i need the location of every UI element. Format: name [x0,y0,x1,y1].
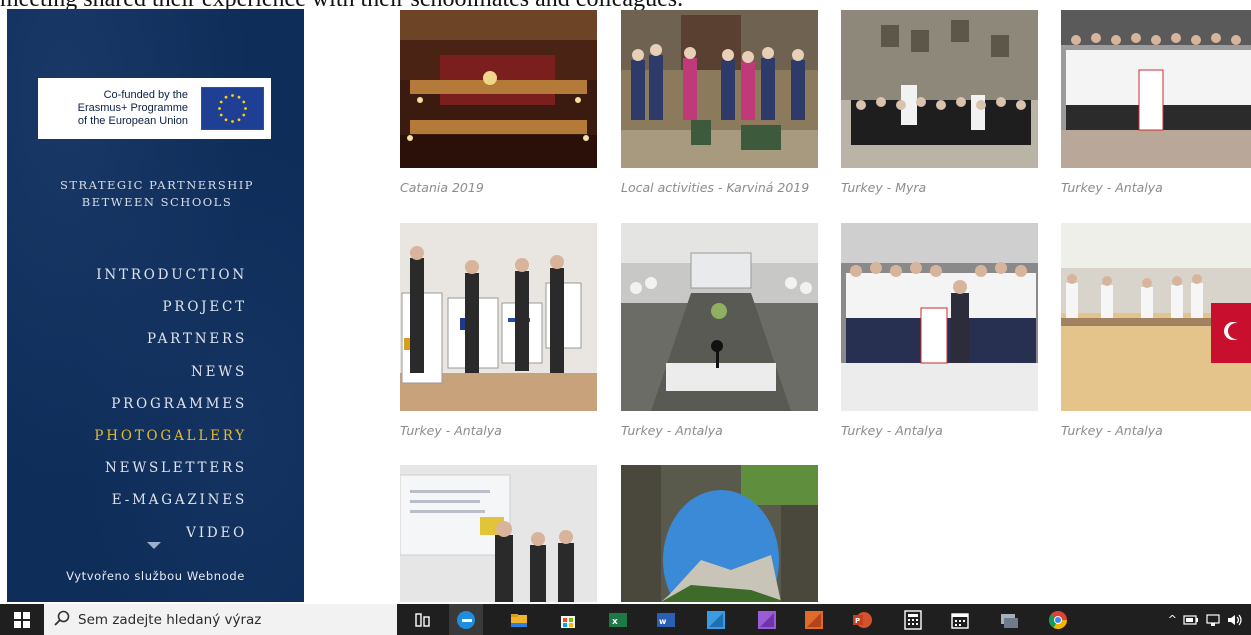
search-icon [54,610,70,630]
gallery-thumb-karvina[interactable] [621,10,818,168]
group-photo-icon [1061,10,1251,168]
search-placeholder: Sem zadejte hledaný výraz [78,611,262,628]
gallery-thumb-catania[interactable] [400,10,597,168]
app-purple-icon[interactable] [755,608,778,631]
logo-line-3: of the European Union [77,115,188,127]
file-explorer-icon[interactable] [507,608,530,631]
sidebar: Co-funded by the Erasmus+ Programme of t… [7,9,304,602]
nav-item-photogallery[interactable]: PHOTOGALLERY [94,420,247,452]
windows-logo-icon [14,611,30,628]
logo-line-1: Co-funded by the [103,89,188,101]
calendar-icon[interactable] [948,608,971,631]
calculator-icon[interactable] [901,608,924,631]
group-photo-icon [841,223,1038,411]
gallery-thumb-arch[interactable] [621,465,818,602]
system-tray: ^ [1168,604,1243,635]
gallery-caption: Turkey - Antalya [1061,423,1163,438]
main-nav: INTRODUCTION PROJECT PARTNERS NEWS PROGR… [94,259,247,549]
app-grey-icon[interactable] [997,608,1020,631]
theatre-photo-icon [400,10,597,168]
arch-mountain-photo-icon [621,465,818,602]
gallery-thumb-antalya-2[interactable] [400,223,597,411]
erasmus-logo-text: Co-funded by the Erasmus+ Programme of t… [38,89,188,128]
powerpoint-icon[interactable]: P [851,608,874,631]
nav-item-programmes[interactable]: PROGRAMMES [94,388,247,420]
conference-photo-icon [621,223,818,411]
gallery-thumb-myra[interactable] [841,10,1038,168]
sidebar-tagline: STRATEGIC PARTNERSHIP BETWEEN SCHOOLS [27,177,287,211]
gallery-caption: Turkey - Myra [841,180,927,195]
app-orange-icon[interactable] [802,608,825,631]
tray-expand-icon[interactable]: ^ [1168,613,1177,626]
gallery-caption: Turkey - Antalya [400,423,502,438]
nav-item-news[interactable]: NEWS [94,356,247,388]
svg-text:x: x [612,617,618,627]
gallery-thumb-antalya-5[interactable] [1061,223,1251,411]
ruins-group-photo-icon [841,10,1038,168]
nav-item-introduction[interactable]: INTRODUCTION [94,259,247,291]
windows-start-button[interactable] [0,604,44,635]
nav-item-partners[interactable]: PARTNERS [94,323,247,355]
webnode-footer-link[interactable]: Vytvořeno službou Webnode [7,569,304,583]
taskbar-search-box[interactable]: Sem zadejte hledaný výraz [44,604,397,635]
svg-text:P: P [855,617,860,625]
posters-photo-icon [400,223,597,411]
eu-flag-icon [201,87,264,130]
chrome-icon[interactable] [1046,608,1069,631]
gallery-caption: Catania 2019 [400,180,484,195]
chevron-down-icon[interactable] [147,542,161,549]
logo-line-2: Erasmus+ Programme [77,102,188,114]
battery-icon[interactable] [1183,614,1199,626]
group-photo-icon [621,10,818,168]
nav-item-e-magazines[interactable]: E-MAGAZINES [94,484,247,516]
hall-photo-icon [1061,223,1251,411]
task-view-icon[interactable] [411,608,434,631]
nav-item-video[interactable]: VIDEO [94,517,247,549]
nav-item-newsletters[interactable]: NEWSLETTERS [94,452,247,484]
gallery-caption: Turkey - Antalya [621,423,723,438]
windows-taskbar: Sem zadejte hledaný výraz x w P ^ [0,604,1251,635]
gallery-thumb-presentation[interactable] [400,465,597,602]
tagline-line-2: BETWEEN SCHOOLS [81,195,233,209]
presentation-photo-icon [400,465,597,602]
erasmus-logo[interactable]: Co-funded by the Erasmus+ Programme of t… [38,78,271,139]
volume-icon[interactable] [1227,613,1243,627]
app-blue-icon[interactable] [704,608,727,631]
store-icon[interactable] [556,608,579,631]
svg-text:w: w [659,617,667,626]
network-icon[interactable] [1205,613,1221,627]
gallery-thumb-antalya-1[interactable] [1061,10,1251,168]
gallery-thumb-antalya-3[interactable] [621,223,818,411]
gallery-caption: Local activities - Karviná 2019 [621,180,810,195]
gallery-caption: Turkey - Antalya [1061,180,1163,195]
nav-item-project[interactable]: PROJECT [94,291,247,323]
gallery-thumb-antalya-4[interactable] [841,223,1038,411]
gallery-caption: Turkey - Antalya [841,423,943,438]
edge-icon[interactable] [454,608,477,631]
excel-icon[interactable]: x [606,608,629,631]
tagline-line-1: STRATEGIC PARTNERSHIP [59,178,255,192]
word-icon[interactable]: w [654,608,677,631]
